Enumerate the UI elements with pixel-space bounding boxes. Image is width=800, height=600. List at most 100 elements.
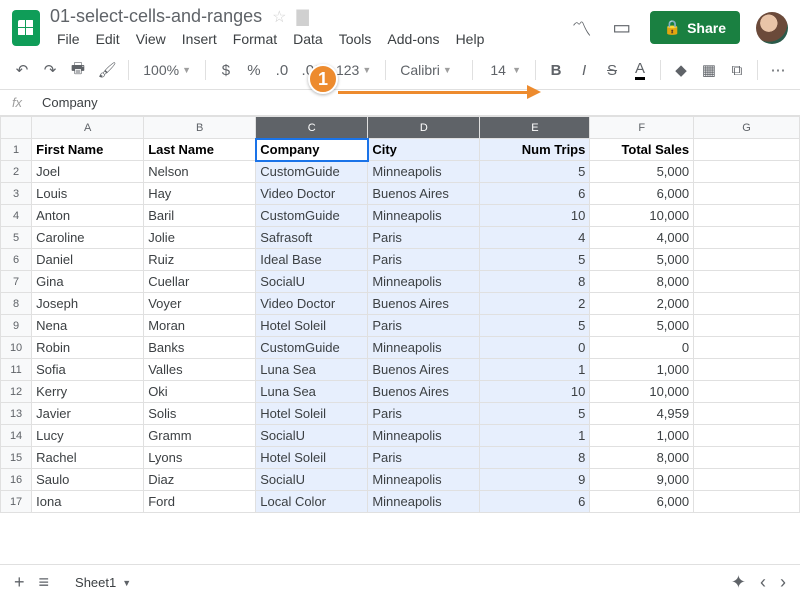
- cell[interactable]: Minneapolis: [368, 271, 480, 293]
- currency-icon[interactable]: $: [214, 57, 238, 83]
- cell[interactable]: 10: [480, 381, 590, 403]
- row-header[interactable]: 6: [1, 249, 32, 271]
- cell[interactable]: 10,000: [590, 205, 694, 227]
- cell[interactable]: Iona: [32, 491, 144, 513]
- cell[interactable]: [694, 337, 800, 359]
- row-header[interactable]: 7: [1, 271, 32, 293]
- cell[interactable]: CustomGuide: [256, 337, 368, 359]
- cell[interactable]: [694, 381, 800, 403]
- cell[interactable]: [694, 403, 800, 425]
- cell[interactable]: 5: [480, 161, 590, 183]
- cell[interactable]: Sofia: [32, 359, 144, 381]
- cell[interactable]: Luna Sea: [256, 381, 368, 403]
- cell[interactable]: Cuellar: [144, 271, 256, 293]
- star-icon[interactable]: ☆: [272, 7, 286, 27]
- percent-icon[interactable]: %: [242, 57, 266, 83]
- cell[interactable]: 8: [480, 447, 590, 469]
- cell[interactable]: 4: [480, 227, 590, 249]
- cell[interactable]: CustomGuide: [256, 161, 368, 183]
- cell[interactable]: [694, 491, 800, 513]
- zoom-dropdown[interactable]: 100%▼: [137, 62, 197, 78]
- bold-icon[interactable]: B: [544, 57, 568, 83]
- font-size-dropdown[interactable]: 14▼: [481, 62, 527, 78]
- cell[interactable]: Minneapolis: [368, 205, 480, 227]
- cell[interactable]: CustomGuide: [256, 205, 368, 227]
- font-dropdown[interactable]: Calibri▼: [394, 62, 464, 78]
- cell[interactable]: Anton: [32, 205, 144, 227]
- cell[interactable]: Ideal Base: [256, 249, 368, 271]
- cell[interactable]: Robin: [32, 337, 144, 359]
- cell[interactable]: Ford: [144, 491, 256, 513]
- row-header[interactable]: 16: [1, 469, 32, 491]
- cell[interactable]: SocialU: [256, 469, 368, 491]
- cell[interactable]: Hotel Soleil: [256, 447, 368, 469]
- cell[interactable]: Banks: [144, 337, 256, 359]
- explore-button[interactable]: ✦: [731, 572, 746, 593]
- menu-insert[interactable]: Insert: [175, 29, 224, 49]
- cell[interactable]: Lucy: [32, 425, 144, 447]
- row-header[interactable]: 11: [1, 359, 32, 381]
- row-header[interactable]: 14: [1, 425, 32, 447]
- more-icon[interactable]: ⋯: [766, 57, 790, 83]
- cell[interactable]: Hay: [144, 183, 256, 205]
- more-formats-dropdown[interactable]: 123▼: [330, 62, 377, 78]
- cell[interactable]: Minneapolis: [368, 491, 480, 513]
- cell[interactable]: Minneapolis: [368, 469, 480, 491]
- cell[interactable]: 0: [590, 337, 694, 359]
- cell[interactable]: 2: [480, 293, 590, 315]
- row-header[interactable]: 2: [1, 161, 32, 183]
- cell[interactable]: Gina: [32, 271, 144, 293]
- cell[interactable]: Hotel Soleil: [256, 403, 368, 425]
- col-header-F[interactable]: F: [590, 117, 694, 139]
- cell[interactable]: 2,000: [590, 293, 694, 315]
- folder-icon[interactable]: ▇: [296, 7, 308, 27]
- cell[interactable]: Louis: [32, 183, 144, 205]
- cell[interactable]: Kerry: [32, 381, 144, 403]
- menu-edit[interactable]: Edit: [89, 29, 127, 49]
- cell[interactable]: Local Color: [256, 491, 368, 513]
- sheets-logo[interactable]: [12, 10, 40, 46]
- cell[interactable]: Rachel: [32, 447, 144, 469]
- row-header[interactable]: 15: [1, 447, 32, 469]
- cell[interactable]: 6: [480, 183, 590, 205]
- cell[interactable]: 4,959: [590, 403, 694, 425]
- cell[interactable]: Hotel Soleil: [256, 315, 368, 337]
- cell[interactable]: 8,000: [590, 271, 694, 293]
- redo-icon[interactable]: ↷: [38, 57, 62, 83]
- print-icon[interactable]: 🖶: [66, 57, 90, 83]
- cell[interactable]: Paris: [368, 447, 480, 469]
- cell[interactable]: Paris: [368, 227, 480, 249]
- cell[interactable]: Buenos Aires: [368, 183, 480, 205]
- cell[interactable]: Oki: [144, 381, 256, 403]
- cell[interactable]: Moran: [144, 315, 256, 337]
- menu-tools[interactable]: Tools: [332, 29, 379, 49]
- cell[interactable]: Minneapolis: [368, 425, 480, 447]
- cell[interactable]: Solis: [144, 403, 256, 425]
- nav-right-icon[interactable]: ›: [780, 572, 786, 593]
- cell[interactable]: Video Doctor: [256, 183, 368, 205]
- cell[interactable]: Baril: [144, 205, 256, 227]
- cell[interactable]: Nelson: [144, 161, 256, 183]
- row-header[interactable]: 5: [1, 227, 32, 249]
- cell[interactable]: [694, 359, 800, 381]
- col-header-C[interactable]: C: [256, 117, 368, 139]
- paint-format-icon[interactable]: 🖌: [94, 57, 120, 83]
- strikethrough-icon[interactable]: S: [600, 57, 624, 83]
- cell[interactable]: Paris: [368, 403, 480, 425]
- cell[interactable]: [694, 447, 800, 469]
- cell[interactable]: Ruiz: [144, 249, 256, 271]
- cell[interactable]: SocialU: [256, 425, 368, 447]
- fill-color-icon[interactable]: ◆: [669, 57, 693, 83]
- spreadsheet-grid[interactable]: ABCDEFG1First NameLast NameCompanyCityNu…: [0, 116, 800, 513]
- cell[interactable]: Video Doctor: [256, 293, 368, 315]
- spark-icon[interactable]: 〽: [570, 16, 594, 40]
- italic-icon[interactable]: I: [572, 57, 596, 83]
- menu-format[interactable]: Format: [226, 29, 284, 49]
- cell[interactable]: Company: [256, 139, 368, 161]
- cell[interactable]: SocialU: [256, 271, 368, 293]
- cell[interactable]: 6,000: [590, 491, 694, 513]
- doc-title[interactable]: 01-select-cells-and-ranges: [50, 6, 262, 27]
- cell[interactable]: 0: [480, 337, 590, 359]
- cell[interactable]: [694, 271, 800, 293]
- cell[interactable]: 1: [480, 425, 590, 447]
